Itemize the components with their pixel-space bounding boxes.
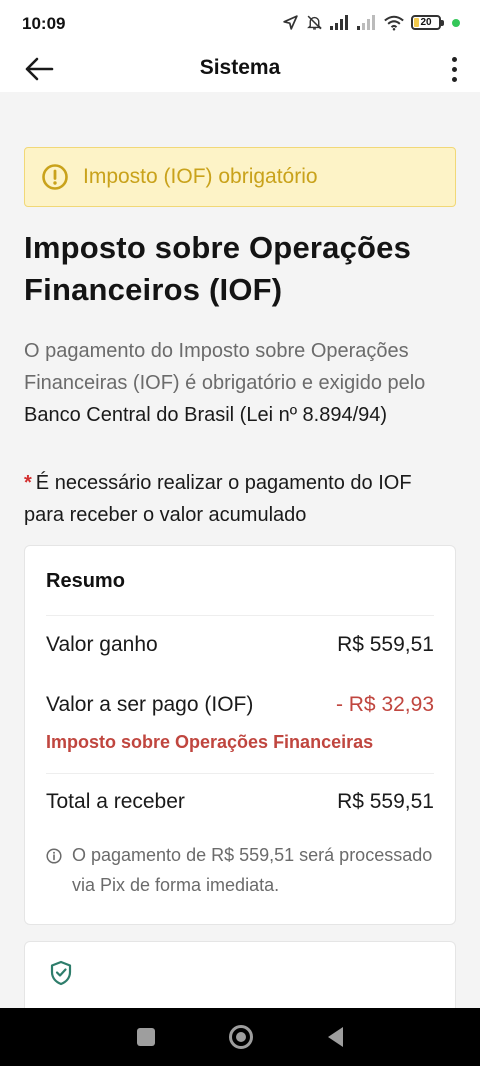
shield-check-icon bbox=[50, 960, 72, 986]
more-vertical-icon bbox=[451, 56, 457, 82]
info-circle-icon bbox=[46, 848, 62, 864]
earned-value: R$ 559,51 bbox=[337, 633, 434, 656]
payment-info-text: O pagamento de R$ 559,51 será processado… bbox=[72, 845, 433, 895]
alert-text: Imposto (IOF) obrigatório bbox=[83, 165, 318, 188]
screen: 10:09 20 Sistema Imposto (IOF) obrigatór… bbox=[0, 0, 480, 1066]
exclamation-circle-icon bbox=[42, 164, 68, 190]
summary-title: Resumo bbox=[46, 546, 434, 616]
tax-value: - R$ 32,93 bbox=[335, 693, 434, 716]
signal-weak-icon bbox=[357, 15, 375, 30]
total-value: R$ 559,51 bbox=[337, 790, 434, 813]
signal-icon bbox=[330, 15, 348, 30]
security-card bbox=[24, 941, 456, 1008]
summary-card: Resumo Valor ganho R$ 559,51 Valor a ser… bbox=[24, 545, 456, 925]
description-law-reference: Banco Central do Brasil (Lei nº 8.894/94… bbox=[24, 404, 388, 426]
battery-icon: 20 bbox=[411, 15, 444, 30]
status-time: 10:09 bbox=[22, 14, 66, 33]
location-arrow-icon bbox=[283, 15, 298, 30]
recent-apps-icon[interactable] bbox=[137, 1028, 156, 1046]
mute-bell-icon bbox=[307, 15, 322, 30]
tax-label: Valor a ser pago (IOF) bbox=[46, 693, 254, 716]
more-options-button[interactable] bbox=[442, 52, 466, 86]
status-icons: 20 bbox=[282, 14, 460, 31]
wifi-icon bbox=[384, 15, 404, 30]
battery-level: 20 bbox=[420, 17, 432, 28]
home-icon[interactable] bbox=[229, 1025, 254, 1049]
iof-alert-banner: Imposto (IOF) obrigatório bbox=[24, 147, 456, 207]
back-triangle-icon[interactable] bbox=[327, 1027, 343, 1047]
battery-fill bbox=[414, 18, 420, 27]
required-star: * bbox=[24, 472, 32, 494]
green-dot-indicator bbox=[452, 18, 460, 27]
total-label: Total a receber bbox=[46, 790, 185, 813]
earned-row: Valor ganho R$ 559,51 bbox=[46, 620, 434, 670]
main-content[interactable]: Imposto (IOF) obrigatório Imposto sobre … bbox=[0, 92, 480, 1008]
tax-note: Imposto sobre Operações Financeiras bbox=[46, 730, 434, 774]
earned-label: Valor ganho bbox=[46, 633, 158, 656]
required-text: É necessário realizar o pagamento do IOF… bbox=[24, 472, 412, 526]
tax-row: Valor a ser pago (IOF) - R$ 32,93 bbox=[46, 680, 434, 730]
header-title: Sistema bbox=[199, 56, 281, 79]
required-notice: * É necessário realizar o pagamento do IO… bbox=[24, 467, 456, 531]
app-header: Sistema bbox=[0, 48, 480, 92]
page-title: Imposto sobre Operações Financeiros (IOF… bbox=[24, 230, 412, 307]
description-muted: O pagamento do Imposto sobre Operações F… bbox=[24, 340, 426, 394]
page-description: O pagamento do Imposto sobre Operações F… bbox=[24, 335, 456, 431]
system-nav-bar bbox=[0, 1008, 480, 1066]
payment-info: O pagamento de R$ 559,51 será processado… bbox=[46, 840, 434, 900]
status-bar: 10:09 20 bbox=[0, 0, 480, 48]
total-row: Total a receber R$ 559,51 bbox=[46, 776, 434, 828]
